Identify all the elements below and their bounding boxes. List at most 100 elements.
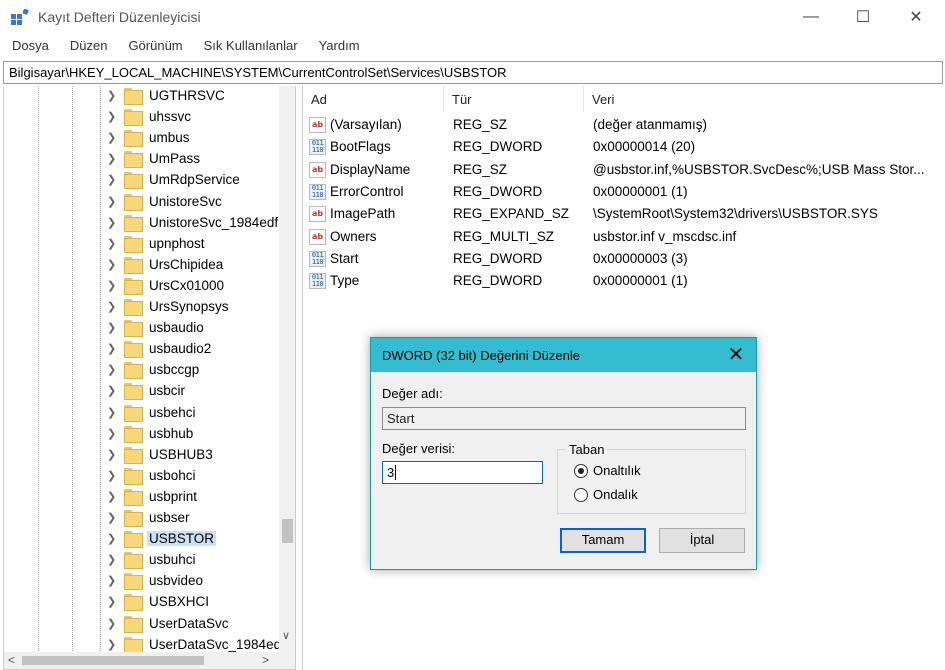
expand-chevron-icon[interactable]: ❯ [107,490,119,504]
menu-edit[interactable]: Düzen [58,36,117,58]
tree-item[interactable]: ❯ USBXHCI [4,592,279,613]
value-row[interactable]: ab DisplayName REG_SZ @usbstor.inf,%USBSTOR… [303,159,944,181]
expand-chevron-icon[interactable]: ❯ [107,406,119,420]
tree-item-label: usbuhci [149,552,196,568]
tree-item[interactable]: ❯ UserDataSvc [4,614,279,635]
tree-item[interactable]: ❯ usbprint [4,487,279,508]
expand-chevron-icon[interactable]: ❯ [107,89,119,103]
value-row[interactable]: 011 110 BootFlags REG_DWORD 0x00000014 (20) [303,136,944,158]
tree-item[interactable]: ❯ usbehci [4,403,279,424]
tree-item[interactable]: ❯ usbaudio2 [4,339,279,360]
tree-item[interactable]: ❯ UrsSynopsys [4,297,279,318]
expand-chevron-icon[interactable]: ❯ [107,300,119,314]
tree-item-label: usbvideo [149,573,204,589]
expand-chevron-icon[interactable]: ❯ [107,195,119,209]
value-data-input[interactable]: 3 [382,461,543,484]
value-row[interactable]: 011 110 ErrorControl REG_DWORD 0x00000001 (… [303,181,944,203]
menu-help[interactable]: Yardım [307,36,369,58]
value-row[interactable]: ab Owners REG_MULTI_SZ usbstor.inf v_mscdsc… [303,226,944,248]
minimize-button[interactable]: — [788,0,834,34]
expand-chevron-icon[interactable]: ❯ [107,363,119,377]
column-header-name[interactable]: Ad [303,86,444,112]
tree-item-label: USBHUB3 [149,446,213,462]
value-type: REG_SZ [453,117,508,132]
tree-item[interactable]: ❯ usbser [4,508,279,529]
expand-chevron-icon[interactable]: ❯ [107,532,119,546]
expand-chevron-icon[interactable]: ❯ [107,216,119,230]
column-header-type[interactable]: Tür [444,86,584,112]
tree-item[interactable]: ❯ usbohci [4,466,279,487]
maximize-button[interactable]: ☐ [840,0,886,34]
tree-item[interactable]: ❯ USBHUB3 [4,445,279,466]
tree-item[interactable]: ❯ usbaudio [4,318,279,339]
radio-decimal[interactable]: Ondalık [574,487,694,503]
ok-button[interactable]: Tamam [560,528,646,553]
tree-item[interactable]: ❯ usbuhci [4,550,279,571]
expand-chevron-icon[interactable]: ❯ [107,131,119,145]
column-header-data[interactable]: Veri [584,86,944,112]
expand-chevron-icon[interactable]: ❯ [107,595,119,609]
tree-item[interactable]: ❯ usbhub [4,424,279,445]
value-type: REG_DWORD [453,273,543,289]
radio-hexadecimal-label: Onaltılık [593,463,641,478]
expand-chevron-icon[interactable]: ❯ [107,110,119,124]
value-row[interactable]: 011 110 Start REG_DWORD 0x00000003 (3) [303,248,944,270]
menu-view[interactable]: Görünüm [116,36,191,58]
menu-file[interactable]: Dosya [0,36,58,58]
scroll-left-arrow-icon[interactable]: < [8,653,15,667]
scroll-right-arrow-icon[interactable]: > [262,653,269,667]
key-tree[interactable]: ❯ UGTHRSVC ❯ uhssvc ❯ umbus ❯ UmPass ❯ UmRdpServi… [3,86,296,670]
folder-icon [124,446,143,464]
expand-chevron-icon[interactable]: ❯ [107,617,119,631]
tree-horizontal-scrollbar[interactable]: < > [4,652,295,669]
expand-chevron-icon[interactable]: ❯ [107,237,119,251]
tree-item[interactable]: ❯ UnistoreSvc_1984edf [4,213,279,234]
expand-chevron-icon[interactable]: ❯ [107,279,119,293]
value-row[interactable]: 011 110 Type REG_DWORD 0x00000001 (1) [303,270,944,292]
expand-chevron-icon[interactable]: ❯ [107,511,119,525]
tree-item[interactable]: ❯ UGTHRSVC [4,86,279,107]
tree-horizontal-scroll-thumb[interactable] [22,656,204,665]
expand-chevron-icon[interactable]: ❯ [107,258,119,272]
tree-item[interactable]: ❯ UmPass [4,149,279,170]
tree-item[interactable]: ❯ usbcir [4,381,279,402]
folder-icon [124,130,143,148]
tree-item[interactable]: ❯ USBSTOR [4,529,279,550]
menu-favorites[interactable]: Sık Kullanılanlar [192,36,307,58]
expand-chevron-icon[interactable]: ❯ [107,427,119,441]
tree-vertical-scrollbar[interactable]: ∨ [279,86,295,652]
tree-item[interactable]: ❯ usbvideo [4,571,279,592]
tree-item[interactable]: ❯ UnistoreSvc [4,192,279,213]
address-bar[interactable]: Bilgisayar\HKEY_LOCAL_MACHINE\SYSTEM\Cur… [3,61,943,84]
value-row[interactable]: ab (Varsayılan) REG_SZ (değer atanmamış) [303,114,944,136]
tree-item-label: usbehci [149,404,196,420]
cancel-button[interactable]: İptal [659,528,745,553]
tree-item[interactable]: ❯ uhssvc [4,107,279,128]
expand-chevron-icon[interactable]: ❯ [107,448,119,462]
close-button[interactable]: ✕ [893,0,939,34]
radio-hexadecimal[interactable]: Onaltılık [574,463,694,479]
tree-item[interactable]: ❯ UmRdpService [4,170,279,191]
tree-item[interactable]: ❯ umbus [4,128,279,149]
expand-chevron-icon[interactable]: ❯ [107,152,119,166]
expand-chevron-icon[interactable]: ❯ [107,553,119,567]
value-row[interactable]: ab ImagePath REG_EXPAND_SZ \SystemRoot\Syst… [303,203,944,225]
value-name-label: Değer adı: [382,386,443,401]
tree-item[interactable]: ❯ usbccgp [4,360,279,381]
dialog-close-icon[interactable]: ✕ [721,341,751,369]
tree-item[interactable]: ❯ UrsChipidea [4,255,279,276]
value-type: REG_SZ [453,161,508,177]
folder-icon [124,510,143,527]
tree-item[interactable]: ❯ upnphost [4,234,279,255]
expand-chevron-icon[interactable]: ❯ [107,574,119,588]
expand-chevron-icon[interactable]: ❯ [107,321,119,335]
expand-chevron-icon[interactable]: ❯ [107,638,119,652]
tree-item-label: upnphost [149,235,205,251]
expand-chevron-icon[interactable]: ❯ [107,173,119,187]
tree-vertical-scroll-thumb[interactable] [282,519,293,543]
scroll-down-arrow-icon[interactable]: ∨ [282,629,290,642]
expand-chevron-icon[interactable]: ❯ [107,384,119,398]
expand-chevron-icon[interactable]: ❯ [107,469,119,483]
expand-chevron-icon[interactable]: ❯ [107,342,119,356]
tree-item[interactable]: ❯ UrsCx01000 [4,276,279,297]
